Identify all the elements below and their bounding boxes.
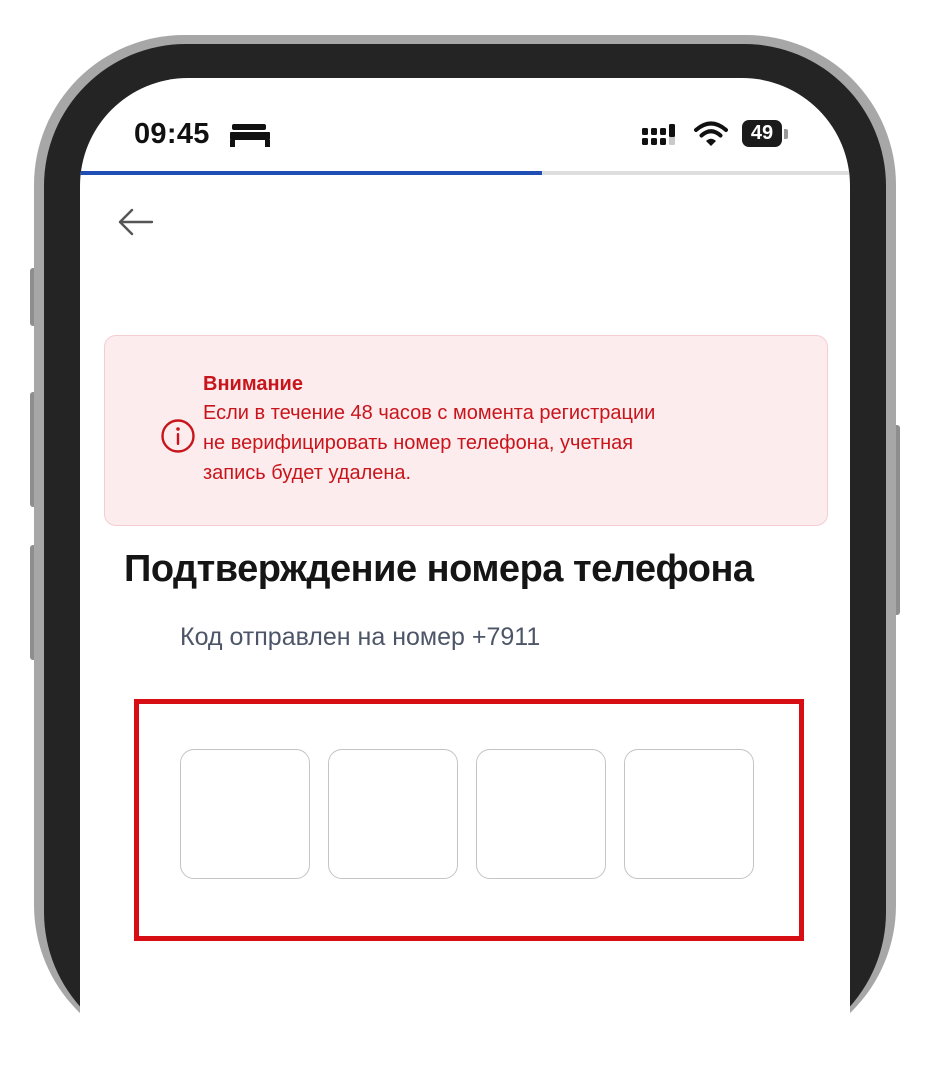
info-circle-icon [161,419,195,453]
alert-message-line: запись будет удалена. [203,462,412,484]
status-time: 09:45 [134,118,210,150]
code-digit-input-1[interactable] [180,749,310,879]
page-title: Подтверждение номера телефона [124,548,754,590]
battery-level: 49 [750,122,774,144]
alert-message-line: Если в течение 48 часов с момента регист… [203,402,656,424]
warning-alert: Внимание Если в течение 48 часов с момен… [104,335,828,526]
code-digit-input-4[interactable] [624,749,754,879]
alert-title: Внимание [203,373,303,395]
arrow-left-icon[interactable] [114,204,156,240]
wifi-icon [694,121,728,146]
battery-indicator: 49 [742,120,782,147]
code-digit-input-3[interactable] [476,749,606,879]
progress-bar [80,171,850,175]
bed-icon [230,124,270,147]
code-sent-subtitle: Код отправлен на номер +7911 [180,623,541,651]
alert-message-line: не верифицировать номер телефона, учетна… [203,432,634,454]
phone-screen: 09:45 49 Внимание Если в течение 48 часо… [80,78,850,1078]
cellular-signal-icon [642,124,675,145]
battery-tip [784,129,788,139]
progress-bar-fill [80,171,542,175]
alert-text: Внимание Если в течение 48 часов с момен… [203,370,813,488]
code-digit-input-2[interactable] [328,749,458,879]
